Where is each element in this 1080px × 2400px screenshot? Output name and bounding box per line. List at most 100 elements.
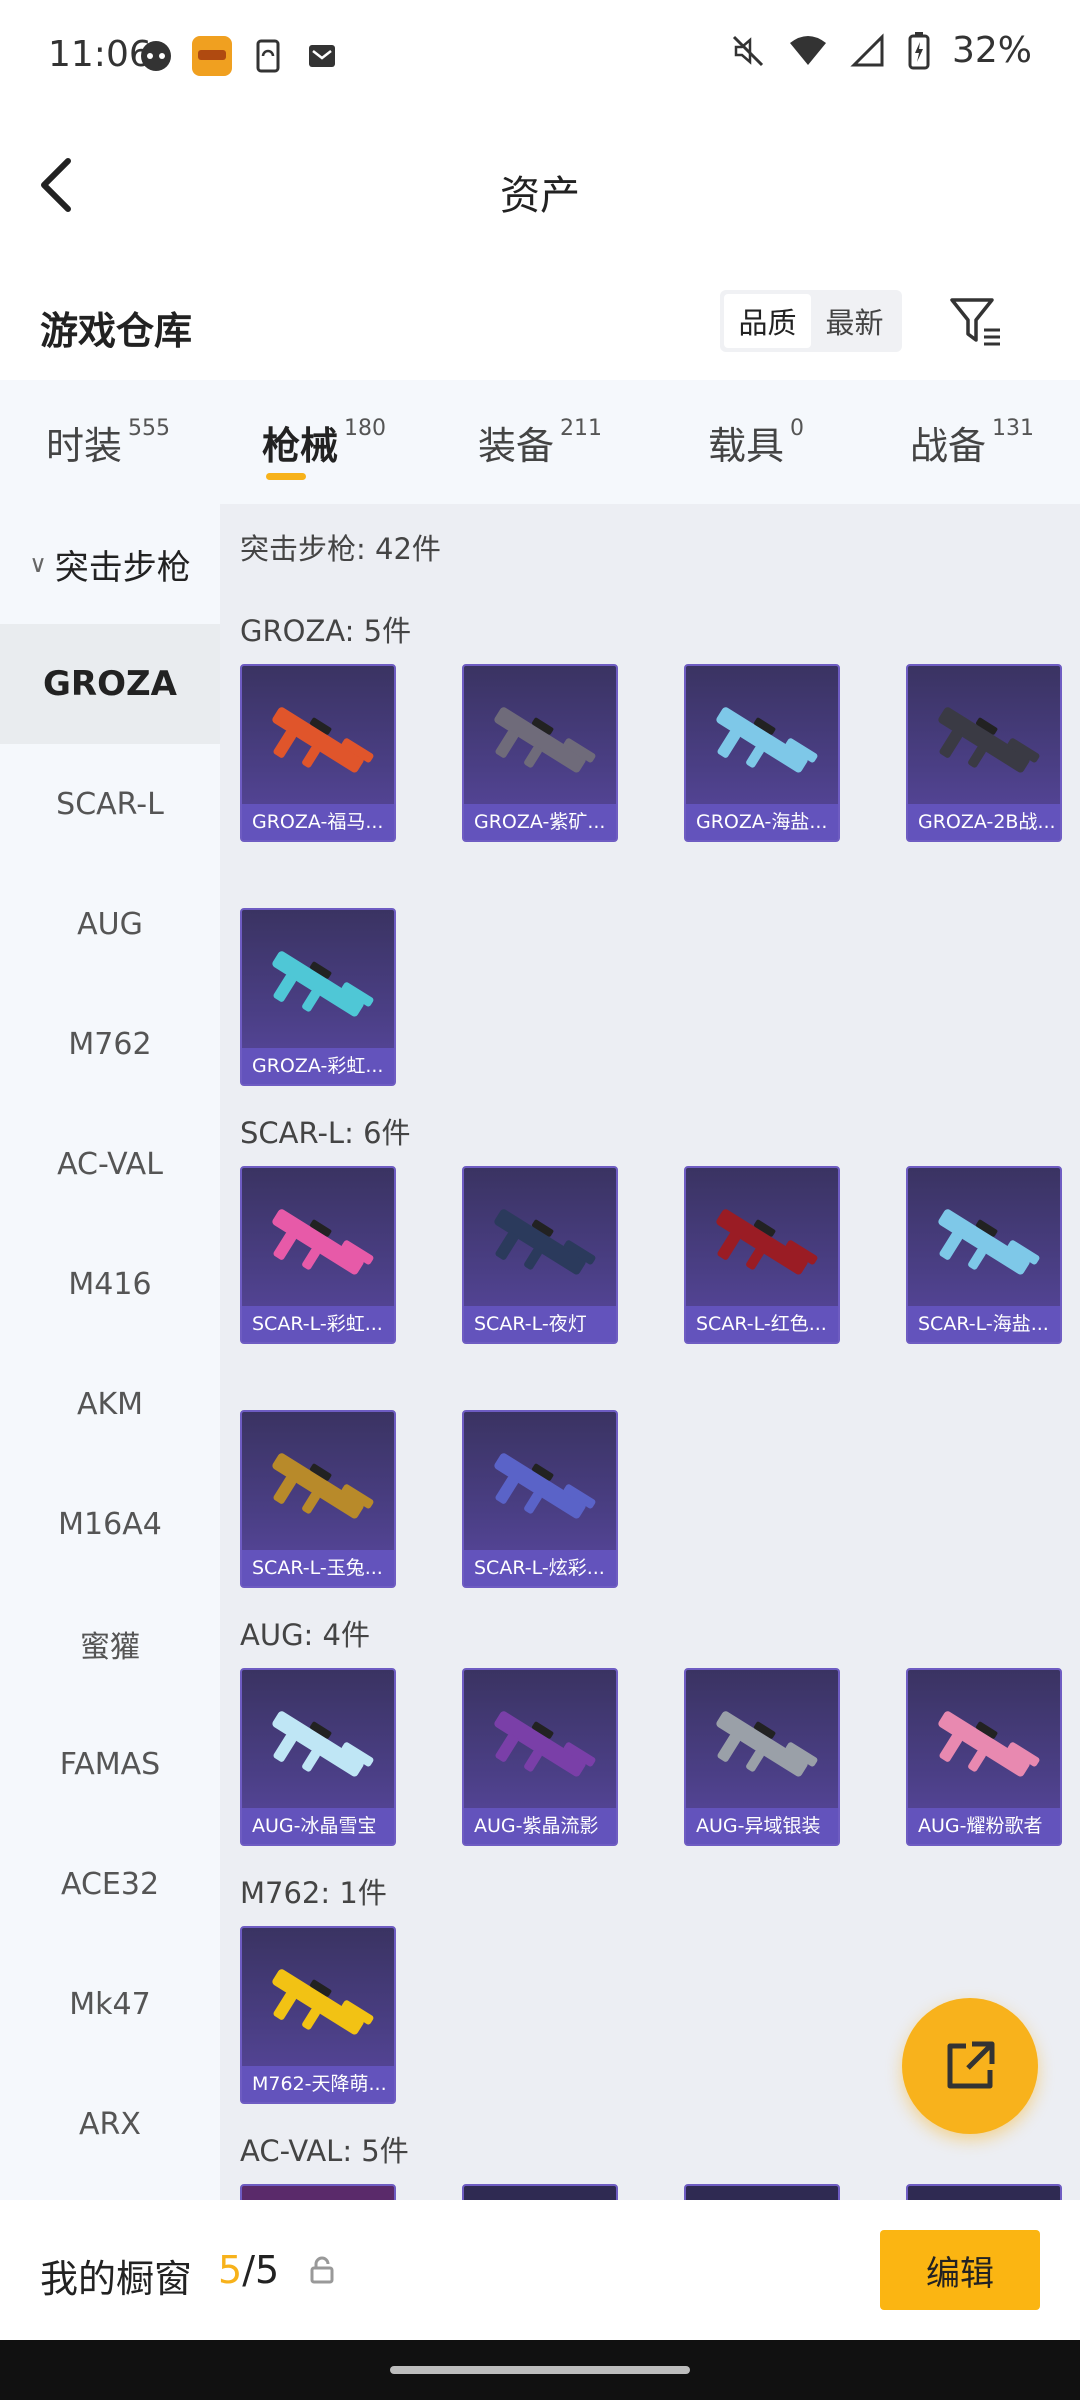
weapon-skin-card[interactable]: GROZA-2B战... [906, 664, 1062, 842]
sort-quality-button[interactable]: 品质 [724, 294, 811, 348]
tab-count: 0 [790, 415, 804, 441]
tab-active-indicator [266, 473, 306, 480]
weapon-skin-name: AUG-冰晶雪宝 [242, 1808, 394, 1844]
sort-newest-button[interactable]: 最新 [811, 294, 898, 348]
tab-count: 555 [128, 415, 170, 441]
sidebar-item-groza[interactable]: GROZA [0, 624, 220, 744]
weapon-skin-name: GROZA-2B战... [908, 804, 1060, 840]
weapon-skin-card[interactable]: SCAR-L-彩虹... [240, 1166, 396, 1344]
section-title-aug: AUG: 4件 [240, 1618, 370, 1652]
weapon-skin-card[interactable]: SCAR-L-红色... [684, 1166, 840, 1344]
weapon-skin-image [494, 707, 596, 773]
showcase-total: 5 [255, 2248, 280, 2292]
weapon-skin-card[interactable]: AUG-紫晶流影 [462, 1668, 618, 1846]
showcase-separator: / [242, 2248, 255, 2292]
weapon-skin-image [272, 1711, 374, 1777]
weapon-skin-card[interactable]: AUG-冰晶雪宝 [240, 1668, 396, 1846]
tab-label: 枪械 [261, 423, 338, 468]
section-title-ac-val: AC-VAL: 5件 [240, 2134, 409, 2168]
chevron-down-icon: ∨ [29, 550, 47, 578]
showcase-bar: 我的橱窗 5/5 编辑 [0, 2200, 1080, 2340]
weapon-skin-card[interactable]: GROZA-紫矿... [462, 664, 618, 842]
weapon-skin-name: AUG-紫晶流影 [464, 1808, 616, 1844]
weapon-skin-name: SCAR-L-彩虹... [242, 1306, 394, 1342]
weapon-skin-name: M762-天降萌... [242, 2066, 394, 2102]
weapon-skin-card[interactable]: GROZA-福马... [240, 664, 396, 842]
phone-sync-icon [256, 39, 280, 73]
sidebar-item-arx[interactable]: ARX [0, 2064, 220, 2184]
weapon-skin-image [272, 951, 374, 1017]
weapon-skin-name: SCAR-L-夜灯 [464, 1306, 616, 1342]
sidebar-item-m16a4[interactable]: M16A4 [0, 1464, 220, 1584]
tab-label: 载具 [707, 423, 784, 468]
section-title-scar-l: SCAR-L: 6件 [240, 1116, 411, 1150]
battery-icon [908, 31, 930, 69]
filter-icon[interactable] [948, 294, 1004, 350]
sidebar-item-famas[interactable]: FAMAS [0, 1704, 220, 1824]
tab-label: 装备 [477, 423, 554, 468]
weapon-skin-image [938, 707, 1040, 773]
sidebar-item-ace32[interactable]: ACE32 [0, 1824, 220, 1944]
sidebar-item-akm[interactable]: AKM [0, 1344, 220, 1464]
weapon-skin-card[interactable] [240, 2184, 396, 2200]
category-tabs: 时装 555 枪械 180 装备 211 载具 0 战备 131 [0, 380, 1080, 504]
sidebar-item-m762[interactable]: M762 [0, 984, 220, 1104]
edit-button[interactable]: 编辑 [880, 2230, 1040, 2310]
weapon-skin-image [494, 1453, 596, 1519]
weapon-skin-name: GROZA-海盐... [686, 804, 838, 840]
sidebar-group-label: 突击步枪 [54, 547, 191, 588]
weapon-skin-name: SCAR-L-红色... [686, 1306, 838, 1342]
weapon-skin-card[interactable] [906, 2184, 1062, 2200]
weapon-skin-card[interactable]: SCAR-L-炫彩... [462, 1410, 618, 1588]
share-external-icon [947, 2041, 995, 2089]
face-icon [141, 41, 171, 71]
weapon-skin-image [716, 707, 818, 773]
weapon-skin-card[interactable]: SCAR-L-海盐... [906, 1166, 1062, 1344]
sidebar-item-honey-badger[interactable]: 蜜獾 [0, 1584, 220, 1704]
tab-fashion[interactable]: 时装 555 [0, 380, 216, 504]
weapon-skin-card[interactable]: AUG-异域银装 [684, 1668, 840, 1846]
mail-icon [309, 45, 335, 67]
tab-firearms[interactable]: 枪械 180 [216, 380, 432, 504]
lock-icon [310, 2256, 334, 2284]
tab-supplies[interactable]: 战备 131 [864, 380, 1080, 504]
weapon-skin-card[interactable] [462, 2184, 618, 2200]
weapon-skin-image [716, 1209, 818, 1275]
sidebar-item-mk47[interactable]: Mk47 [0, 1944, 220, 2064]
sidebar-item-scar-l[interactable]: SCAR-L [0, 744, 220, 864]
weapon-skin-card[interactable]: SCAR-L-夜灯 [462, 1166, 618, 1344]
home-indicator[interactable] [390, 2366, 690, 2374]
tab-label: 时装 [45, 423, 122, 468]
weapon-skin-image [938, 1209, 1040, 1275]
weapon-skin-card[interactable] [684, 2184, 840, 2200]
weapon-skin-card[interactable]: GROZA-海盐... [684, 664, 840, 842]
weapon-skin-card[interactable]: GROZA-彩虹... [240, 908, 396, 1086]
weapon-skin-card[interactable]: M762-天降萌... [240, 1926, 396, 2104]
signal-icon [850, 32, 884, 66]
sort-toggle: 品质 最新 [720, 290, 902, 352]
share-button[interactable] [902, 1998, 1038, 2134]
sidebar-group-assault-rifle[interactable]: ∨ 突击步枪 [0, 504, 220, 624]
weapon-skin-name: SCAR-L-玉兔... [242, 1550, 394, 1586]
category-count-header: 突击步枪: 42件 [240, 532, 441, 566]
app-header: 资产 [0, 115, 1080, 255]
weapon-skin-card[interactable]: AUG-耀粉歌者 [906, 1668, 1062, 1846]
weapon-skin-image [272, 1969, 374, 2035]
tab-equipment[interactable]: 装备 211 [432, 380, 648, 504]
wifi-icon [789, 35, 826, 65]
sidebar-item-aug[interactable]: AUG [0, 864, 220, 984]
status-bar: 11:06 32% [0, 0, 1080, 115]
tab-vehicles[interactable]: 载具 0 [648, 380, 864, 504]
status-time: 11:06 [48, 34, 152, 75]
sidebar-item-ac-val[interactable]: AC-VAL [0, 1104, 220, 1224]
sidebar-item-m416[interactable]: M416 [0, 1224, 220, 1344]
weapon-skin-card[interactable]: SCAR-L-玉兔... [240, 1410, 396, 1588]
weapon-skin-image [716, 1711, 818, 1777]
warehouse-title: 游戏仓库 [40, 309, 193, 353]
status-right: 32% [730, 30, 1032, 71]
weapon-skin-name: GROZA-福马... [242, 804, 394, 840]
weapon-grid: 突击步枪: 42件 GROZA: 5件 SCAR-L: 6件 AUG: 4件 M… [220, 504, 1080, 2200]
weapon-skin-name: SCAR-L-炫彩... [464, 1550, 616, 1586]
weapon-skin-image [272, 1209, 374, 1275]
weapon-skin-image [494, 1209, 596, 1275]
